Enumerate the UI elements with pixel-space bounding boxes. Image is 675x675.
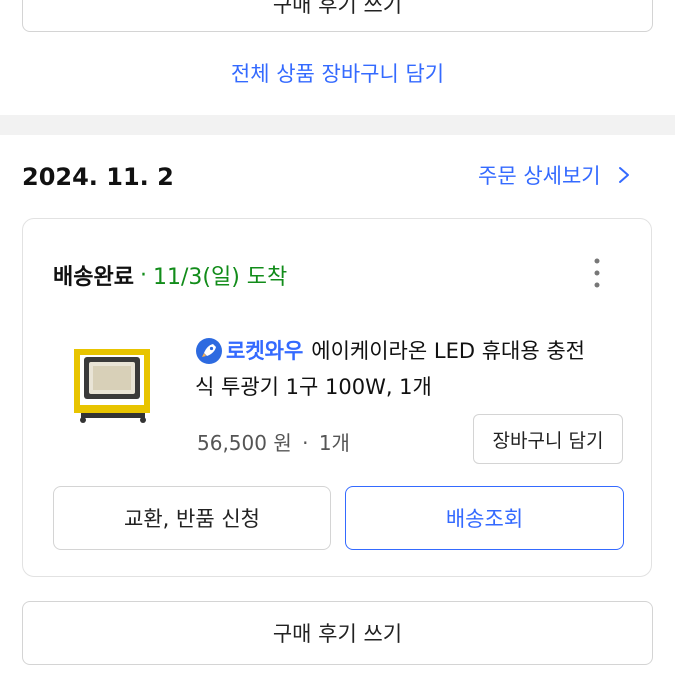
delivery-status-row: 배송완료 · 11/3(일) 도착 bbox=[53, 259, 287, 291]
top-review-button-label: 구매 후기 쓰기 bbox=[272, 0, 403, 17]
section-divider bbox=[0, 115, 675, 135]
product-title[interactable]: 로켓와우 에이케이라온 LED 휴대용 충전 식 투광기 1구 100W, 1개 bbox=[195, 333, 635, 405]
more-vertical-icon bbox=[594, 258, 600, 288]
exchange-return-label: 교환, 반품 신청 bbox=[124, 507, 260, 531]
delivery-status: 배송완료 bbox=[53, 265, 134, 290]
track-delivery-button[interactable]: 배송조회 bbox=[345, 486, 624, 550]
order-detail-label: 주문 상세보기 bbox=[478, 164, 601, 188]
exchange-return-button[interactable]: 교환, 반품 신청 bbox=[53, 486, 331, 550]
arrival-date: 11/3(일) 도착 bbox=[152, 265, 288, 290]
order-card: 배송완료 · 11/3(일) 도착 로켓와우 에이케이라온 LED 휴대용 충전… bbox=[22, 218, 652, 577]
price-separator: · bbox=[302, 431, 309, 455]
write-review-button[interactable]: 구매 후기 쓰기 bbox=[22, 601, 653, 665]
product-title-text-1: 에이케이라온 LED 휴대용 충전 bbox=[311, 339, 585, 363]
floodlight-icon bbox=[74, 349, 150, 423]
chevron-right-icon bbox=[618, 167, 629, 183]
product-image[interactable] bbox=[71, 343, 155, 425]
add-all-to-cart-label: 전체 상품 장바구니 담기 bbox=[230, 62, 445, 86]
order-detail-link[interactable]: 주문 상세보기 bbox=[478, 160, 635, 190]
price-row: 56,500 원 · 1개 bbox=[197, 427, 350, 456]
write-review-label: 구매 후기 쓰기 bbox=[272, 622, 403, 646]
add-all-to-cart-link[interactable]: 전체 상품 장바구니 담기 bbox=[0, 58, 675, 88]
product-title-line1: 로켓와우 에이케이라온 LED 휴대용 충전 bbox=[195, 333, 635, 369]
rocket-wow-badge: 로켓와우 bbox=[226, 339, 304, 363]
product-price: 56,500 원 bbox=[197, 431, 292, 455]
product-quantity: 1개 bbox=[318, 431, 350, 455]
more-options-button[interactable] bbox=[585, 255, 609, 291]
product-title-line2: 식 투광기 1구 100W, 1개 bbox=[195, 375, 432, 399]
order-date: 2024. 11. 2 bbox=[22, 163, 174, 191]
top-review-button[interactable]: 구매 후기 쓰기 bbox=[22, 0, 653, 32]
track-delivery-label: 배송조회 bbox=[445, 507, 524, 531]
add-to-cart-button[interactable]: 장바구니 담기 bbox=[473, 414, 623, 464]
add-to-cart-label: 장바구니 담기 bbox=[492, 429, 604, 452]
status-separator: · bbox=[139, 262, 147, 288]
rocket-icon bbox=[196, 338, 222, 364]
